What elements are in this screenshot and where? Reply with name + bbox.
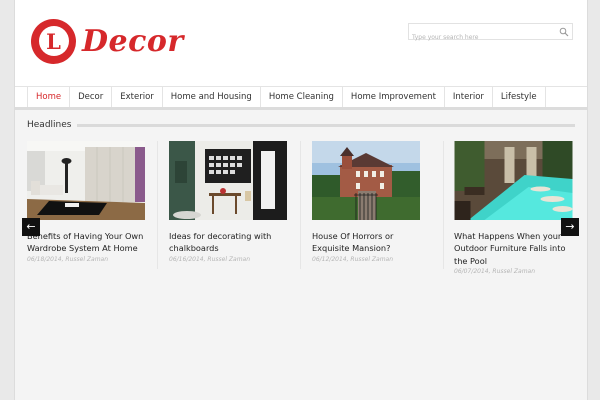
main-nav: Home Decor Exterior Home and Housing Hom… [15,86,587,110]
headline-author[interactable]: Russel Zaman [350,256,393,263]
pool-image[interactable] [454,141,573,220]
headline-title[interactable]: House Of Horrors or Exquisite Mansion? [312,230,432,255]
headline-author[interactable]: Russel Zaman [492,268,535,275]
site-logo[interactable]: L Decor [31,18,184,64]
nav-item-home-and-housing[interactable]: Home and Housing [163,87,261,107]
headline-card[interactable]: Ideas for decorating with chalkboards 06… [169,141,289,263]
slider-prev-button[interactable]: ← [22,218,40,236]
logo-badge: L [31,18,76,64]
nav-item-home-cleaning[interactable]: Home Cleaning [261,87,343,107]
logo-text: Decor [82,23,184,59]
headline-meta: 06/16/2014, Russel Zaman [169,255,251,263]
card-divider [157,141,158,269]
card-divider [443,141,444,269]
headlines-slider: Benefits of Having Your Own Wardrobe Sys… [15,141,587,281]
headline-author[interactable]: Russel Zaman [65,256,108,263]
headline-card[interactable]: What Happens When your Outdoor Furniture… [454,141,574,275]
headline-title[interactable]: Ideas for decorating with chalkboards [169,230,289,255]
logo-letter: L [38,26,69,56]
site-header: L Decor [15,0,587,86]
nav-item-decor[interactable]: Decor [70,87,113,107]
headline-author[interactable]: Russel Zaman [207,256,250,263]
headline-card[interactable]: Benefits of Having Your Own Wardrobe Sys… [27,141,147,263]
headline-date: 06/16/2014 [169,255,204,263]
nav-item-lifestyle[interactable]: Lifestyle [493,87,546,107]
headline-date: 06/07/2014 [454,268,489,276]
headline-card[interactable]: House Of Horrors or Exquisite Mansion? 0… [312,141,432,263]
headline-meta: 06/18/2014, Russel Zaman [27,255,109,263]
search-box [408,23,573,45]
wardrobe-image[interactable] [27,141,145,220]
headline-date: 06/18/2014 [27,255,62,263]
search-input[interactable] [409,30,552,45]
headlines-header: Headlines [27,119,575,131]
page-container: L Decor Home Decor Exterior Home and Hou… [14,0,588,400]
mansion-image[interactable] [312,141,420,220]
headline-title[interactable]: What Happens When your Outdoor Furniture… [454,230,574,267]
nav-item-home-improvement[interactable]: Home Improvement [343,87,445,107]
nav-item-exterior[interactable]: Exterior [112,87,163,107]
slider-next-button[interactable]: → [561,218,579,236]
headline-date: 06/12/2014 [312,255,347,263]
nav-item-interior[interactable]: Interior [445,87,493,107]
headlines-title: Headlines [27,120,72,130]
headlines-rule [77,123,575,127]
search-icon[interactable] [559,27,569,37]
headline-meta: 06/07/2014, Russel Zaman [454,268,536,276]
nav-item-home[interactable]: Home [27,87,71,107]
card-divider [300,141,301,269]
chalkboard-image[interactable] [169,141,287,220]
headline-title[interactable]: Benefits of Having Your Own Wardrobe Sys… [27,230,147,255]
headline-meta: 06/12/2014, Russel Zaman [312,255,394,263]
